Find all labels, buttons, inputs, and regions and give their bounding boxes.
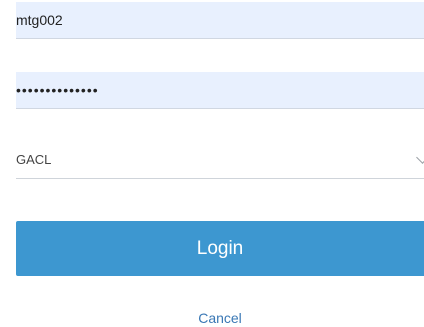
password-input[interactable] — [16, 72, 424, 109]
login-button[interactable]: Login — [16, 221, 424, 276]
domain-select-value: GACL — [16, 152, 52, 167]
chevron-down-icon — [416, 151, 424, 164]
domain-select[interactable]: GACL — [16, 142, 424, 179]
cancel-link[interactable]: Cancel — [16, 310, 424, 326]
username-input[interactable] — [16, 2, 424, 39]
